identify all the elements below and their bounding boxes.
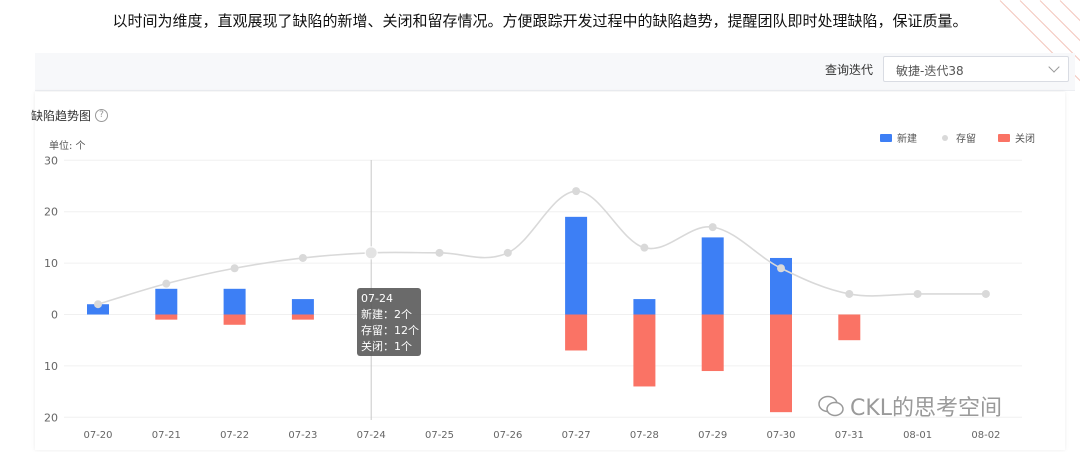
- point-retained: [845, 289, 854, 298]
- bar-new: [155, 288, 178, 315]
- bar-closed: [291, 314, 314, 320]
- y-tick-label: 20: [44, 411, 58, 424]
- point-retained: [981, 289, 990, 298]
- legend-item-retained[interactable]: 存留: [939, 130, 976, 145]
- bar-closed: [701, 314, 724, 372]
- legend-label-closed: 关闭: [1015, 134, 1035, 145]
- point-retained: [298, 253, 307, 262]
- legend-item-new[interactable]: 新建: [880, 130, 917, 145]
- point-retained: [572, 187, 581, 196]
- watermark-text: CKL的思考空间: [850, 396, 1003, 421]
- tooltip-date: 07-24: [361, 292, 393, 305]
- point-retained: [640, 243, 649, 252]
- wechat-icon: [818, 395, 844, 417]
- x-tick-label: 07-26: [493, 430, 522, 441]
- point-retained: [162, 279, 171, 288]
- x-tick-label: 07-27: [562, 430, 591, 441]
- tooltip-retained: 存留：12个: [361, 324, 419, 337]
- x-tick-label: 07-31: [835, 430, 864, 441]
- x-tick-label: 07-28: [630, 430, 659, 441]
- legend: 新建 存留 关闭: [880, 130, 1035, 145]
- point-retained: [503, 248, 512, 257]
- point-retained: [230, 264, 239, 273]
- point-retained: [777, 264, 785, 273]
- legend-label-retained: 存留: [956, 134, 976, 145]
- bar-closed: [565, 314, 588, 351]
- x-tick-label: 07-23: [288, 430, 317, 441]
- x-tick-label: 08-02: [971, 430, 1000, 441]
- watermark: CKL的思考空间: [818, 390, 1002, 422]
- y-tick-label: 10: [44, 257, 58, 270]
- legend-swatch-new: [880, 133, 892, 142]
- point-retained: [364, 246, 378, 260]
- x-tick-label: 07-22: [220, 430, 249, 441]
- y-tick-label: 30: [44, 154, 58, 167]
- y-tick-label: 10: [44, 360, 58, 373]
- defect-trend-chart: 3020100102007-20 07-21 07-22 07-23 07-24 07-2…: [44, 154, 1022, 441]
- y-tick-label: 0: [51, 309, 58, 322]
- bar-closed: [770, 314, 792, 413]
- bar-new: [291, 299, 314, 315]
- point-retained: [94, 300, 102, 309]
- bar-new: [223, 288, 246, 315]
- x-tick-label: 07-20: [83, 430, 112, 441]
- x-tick-label: 07-30: [766, 430, 795, 441]
- bar-new: [565, 216, 588, 315]
- bar-new: [633, 299, 656, 315]
- x-tick-label: 08-01: [903, 430, 932, 441]
- point-retained: [435, 248, 444, 257]
- tooltip-new: 新建：2个: [361, 308, 412, 321]
- point-retained: [913, 289, 922, 298]
- y-tick-label: 20: [44, 206, 58, 219]
- x-tick-label: 07-21: [152, 430, 181, 441]
- point-retained: [708, 223, 717, 232]
- bar-closed: [155, 314, 178, 320]
- bar-closed: [633, 314, 656, 387]
- legend-label-new: 新建: [897, 134, 917, 145]
- x-tick-label: 07-29: [698, 430, 727, 441]
- legend-item-closed[interactable]: 关闭: [998, 130, 1035, 145]
- tooltip-closed: 关闭：1个: [361, 340, 412, 353]
- legend-swatch-closed: [998, 133, 1010, 142]
- chart-tooltip: 07-24 新建：2个 存留：12个 关闭：1个: [357, 288, 421, 356]
- legend-swatch-retained: [942, 134, 948, 141]
- bar-closed: [223, 314, 246, 325]
- line-retained: [97, 190, 986, 305]
- bar-closed: [838, 314, 861, 341]
- x-tick-label: 07-25: [425, 430, 454, 441]
- x-tick-label: 07-24: [357, 430, 386, 441]
- bar-new: [701, 237, 724, 315]
